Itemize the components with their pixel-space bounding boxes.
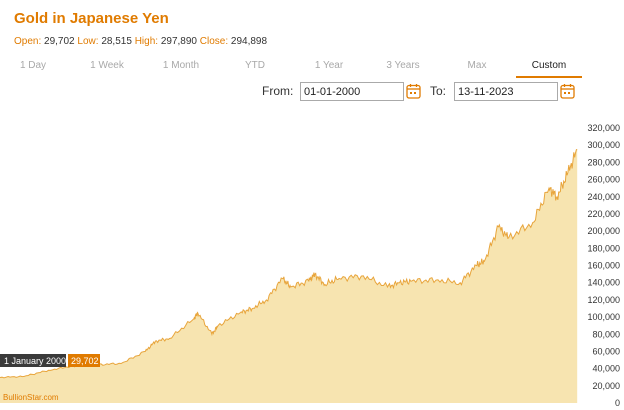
high-value: 297,890: [160, 36, 197, 47]
page-title: Gold in Japanese Yen: [14, 10, 169, 27]
calendar-icon[interactable]: [406, 83, 421, 99]
high-label: High:: [134, 36, 159, 47]
tab-custom[interactable]: Custom: [516, 56, 582, 78]
calendar-icon[interactable]: [560, 83, 575, 99]
close-value: 294,898: [230, 36, 268, 47]
y-tick-label: 220,000: [587, 209, 620, 219]
tab-1-month[interactable]: 1 Month: [148, 56, 214, 78]
y-tick-label: 140,000: [587, 278, 620, 288]
tooltip-value: 29,702: [71, 356, 99, 366]
y-tick-label: 20,000: [592, 381, 620, 391]
to-date-input[interactable]: [454, 82, 558, 101]
y-tick-label: 100,000: [587, 312, 620, 322]
y-tick-label: 40,000: [592, 364, 620, 374]
period-tabs: 1 Day 1 Week 1 Month YTD 1 Year 3 Years …: [0, 56, 584, 78]
tab-3-years[interactable]: 3 Years: [370, 56, 436, 78]
y-tick-label: 300,000: [587, 140, 620, 150]
y-tick-label: 80,000: [592, 329, 620, 339]
low-value: 28,515: [101, 36, 132, 47]
y-tick-label: 280,000: [587, 157, 620, 167]
watermark: BullionStar.com: [3, 393, 59, 402]
y-tick-label: 160,000: [587, 261, 620, 271]
y-tick-label: 200,000: [587, 226, 620, 236]
tab-1-week[interactable]: 1 Week: [74, 56, 140, 78]
y-tick-label: 260,000: [587, 175, 620, 185]
ohlc-summary: Open: 29,702 Low: 28,515 High: 297,890 C…: [14, 36, 267, 47]
gold-price-chart[interactable]: 0 20,000 40,000 60,000 80,000 100,000 120,000 1…: [0, 106, 624, 410]
tooltip: 1 January 2000 29,702: [0, 354, 100, 367]
from-label: From:: [262, 84, 294, 98]
y-tick-label: 120,000: [587, 295, 620, 305]
to-label: To:: [430, 84, 447, 98]
tooltip-date: 1 January 2000: [4, 356, 66, 366]
y-tick-label: 180,000: [587, 243, 620, 253]
open-value: 29,702: [44, 36, 75, 47]
tab-ytd[interactable]: YTD: [222, 56, 288, 78]
y-tick-label: 320,000: [587, 123, 620, 133]
tab-1-year[interactable]: 1 Year: [296, 56, 362, 78]
tab-1-day[interactable]: 1 Day: [0, 56, 66, 78]
open-label: Open:: [14, 36, 42, 47]
tab-max[interactable]: Max: [444, 56, 510, 78]
y-tick-label: 0: [615, 398, 620, 408]
low-label: Low:: [77, 36, 99, 47]
from-date-input[interactable]: [300, 82, 404, 101]
y-tick-label: 60,000: [592, 346, 620, 356]
close-label: Close:: [199, 36, 229, 47]
y-axis: 0 20,000 40,000 60,000 80,000 100,000 120,000 1…: [587, 123, 620, 408]
y-tick-label: 240,000: [587, 192, 620, 202]
